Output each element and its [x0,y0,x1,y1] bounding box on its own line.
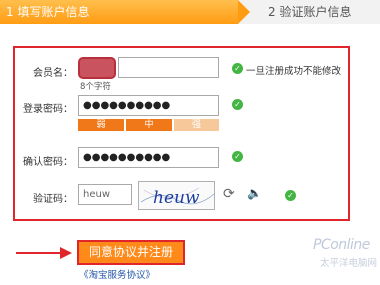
captcha-noise: heuw [140,187,214,208]
username-input[interactable] [78,57,116,79]
password-input[interactable]: ●●●●●●●●●● [78,95,219,116]
confirm-password-input[interactable]: ●●●●●●●●●● [78,147,219,168]
username-note: 一旦注册成功不能修改 [246,66,342,77]
captcha-text: heuw [153,188,200,208]
watermark-brand: PConline [313,237,370,253]
strength-strong: 强 [174,119,219,131]
captcha-label: 验证码： [33,194,73,205]
check-icon: ✓ [232,99,243,110]
strength-medium: 中 [126,119,172,131]
captcha-image: heuw [138,181,215,210]
username-input-rest[interactable] [118,57,219,78]
password-label: 登录密码： [23,104,73,115]
step-2-inactive: 2 验证账户信息 [268,5,352,19]
check-icon: ✓ [232,151,243,162]
arrow-icon [16,247,72,259]
strength-weak: 弱 [78,119,124,131]
watermark-sub: 太平洋电脑网 [320,258,378,269]
captcha-input[interactable]: heuw [78,184,132,205]
agree-and-register-button[interactable]: 同意协议并注册 [77,240,185,265]
check-icon: ✓ [232,63,243,74]
refresh-icon[interactable]: ⟳ [223,186,235,202]
speaker-icon[interactable]: 🔈 [247,186,262,200]
username-label: 会员名： [33,68,73,79]
username-sub-hint: 8个字符 [80,82,111,92]
service-agreement-link[interactable]: 《淘宝服务协议》 [79,267,155,281]
check-icon: ✓ [285,190,296,201]
step-arrow-icon [238,0,250,24]
step-bar: 1 填写账户信息 2 验证账户信息 [0,0,380,24]
confirm-label: 确认密码： [23,157,73,168]
step-1-active: 1 填写账户信息 [0,0,238,24]
